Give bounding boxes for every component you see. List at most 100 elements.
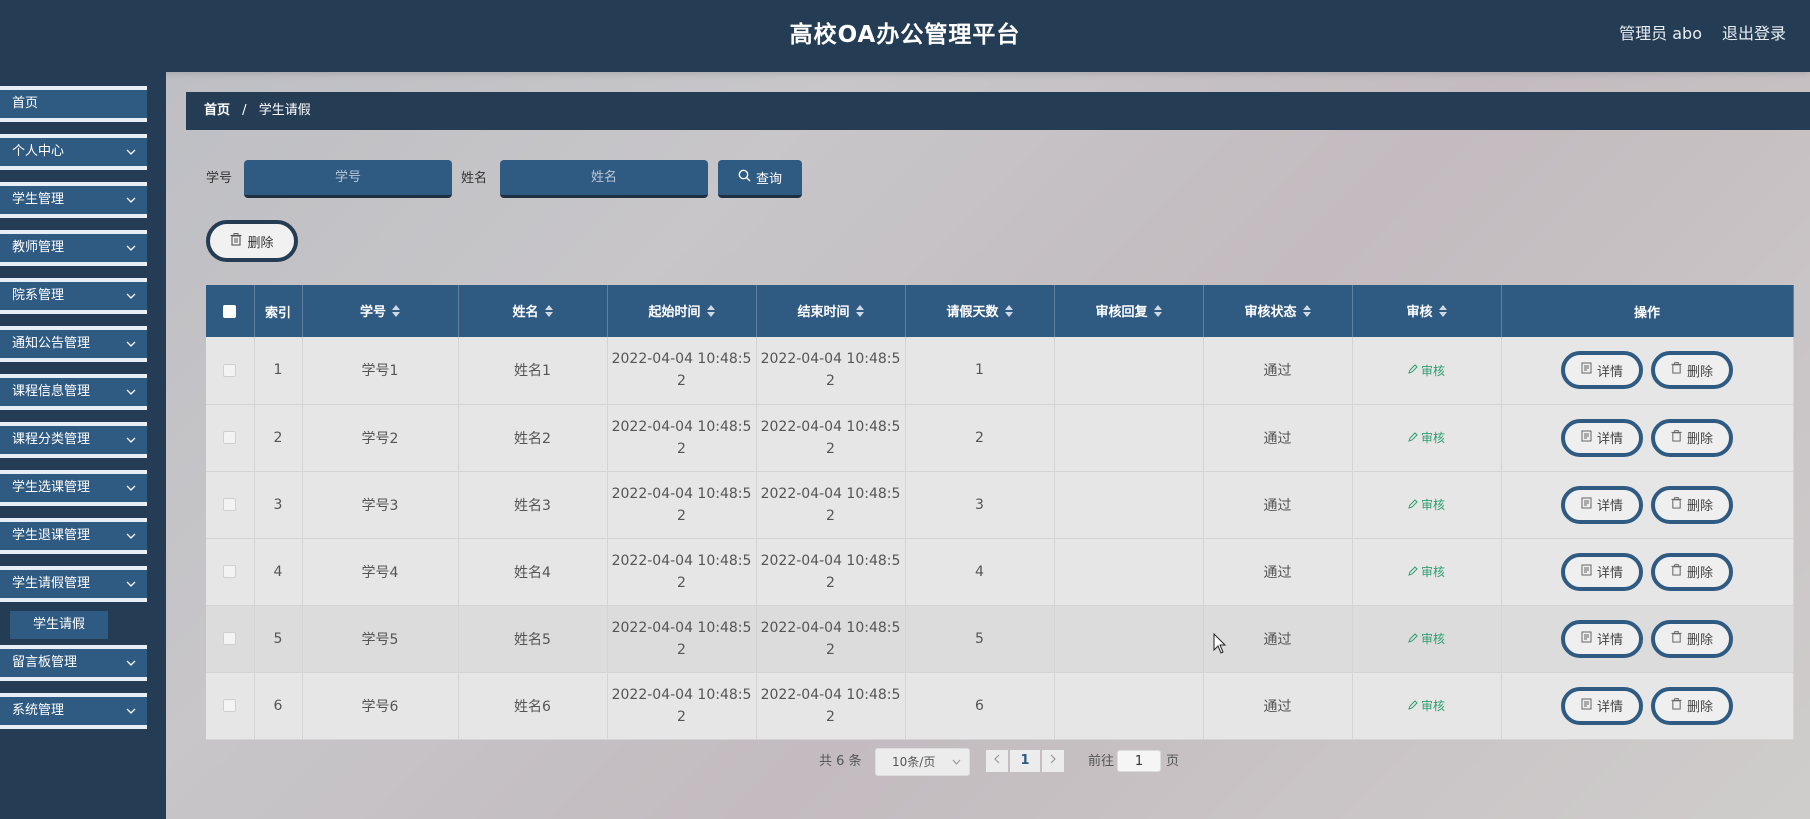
goto-page-input[interactable] (1117, 750, 1161, 772)
cell-status: 通过 (1203, 471, 1353, 539)
end-time-text: 2022-04-04 10:48:52 (760, 686, 901, 725)
row-checkbox[interactable] (223, 565, 237, 578)
detail-button[interactable]: 详情 (1561, 485, 1643, 524)
sidebar-item-label: 留言板管理 (12, 655, 78, 670)
audit-link[interactable]: 审核 (1408, 362, 1445, 379)
sidebar-item-4[interactable]: 院系管理 (0, 278, 147, 314)
detail-button[interactable]: 详情 (1561, 351, 1643, 390)
student-no-label: 学号 (206, 171, 233, 186)
cell-student-no: 学号3 (302, 471, 459, 539)
select-all-checkbox[interactable] (223, 304, 237, 318)
chevron-down-icon (124, 282, 138, 310)
row-select-cell[interactable] (206, 538, 255, 606)
current-page[interactable]: 1 (1010, 750, 1040, 772)
name-label: 姓名 (461, 171, 488, 186)
audit-link-label: 审核 (1420, 699, 1445, 713)
page-size-select[interactable]: 10条/页 (875, 748, 970, 776)
sort-icon[interactable] (706, 304, 715, 321)
cell-end-time: 2022-04-04 10:48:52 (756, 404, 906, 472)
logout-link[interactable]: 退出登录 (1722, 0, 1786, 68)
name-input[interactable] (500, 160, 708, 198)
sidebar-item-10[interactable]: 学生请假管理 (0, 566, 147, 602)
sidebar-item-2[interactable]: 学生管理 (0, 182, 147, 218)
chevron-down-icon (124, 186, 138, 214)
column-header-7[interactable]: 审核状态 (1203, 285, 1353, 337)
query-button[interactable]: 查询 (718, 160, 802, 198)
delete-button[interactable]: 删除 (1651, 619, 1733, 658)
bulk-delete-button[interactable]: 删除 (206, 220, 298, 262)
delete-button[interactable]: 删除 (1651, 418, 1733, 457)
column-header-4[interactable]: 结束时间 (756, 285, 906, 337)
audit-link[interactable]: 审核 (1408, 697, 1445, 714)
sidebar-item-label: 教师管理 (12, 240, 65, 255)
audit-link[interactable]: 审核 (1408, 563, 1445, 580)
row-select-cell[interactable] (206, 404, 255, 472)
chevron-right-icon (1050, 754, 1056, 764)
cell-name: 姓名1 (458, 337, 608, 405)
row-checkbox[interactable] (223, 632, 237, 645)
row-checkbox[interactable] (223, 699, 237, 712)
row-select-cell[interactable] (206, 605, 255, 673)
sidebar-item-12[interactable]: 系统管理 (0, 693, 147, 729)
cell-name: 姓名5 (458, 605, 608, 673)
detail-button[interactable]: 详情 (1561, 686, 1643, 725)
row-select-cell[interactable] (206, 337, 255, 405)
sidebar-item-8[interactable]: 学生选课管理 (0, 470, 147, 506)
edit-icon (1408, 565, 1418, 579)
row-select-cell[interactable] (206, 672, 255, 740)
audit-link[interactable]: 审核 (1408, 630, 1445, 647)
delete-button[interactable]: 删除 (1651, 552, 1733, 591)
delete-button[interactable]: 删除 (1651, 686, 1733, 725)
next-page-button[interactable] (1042, 750, 1064, 772)
sort-icon[interactable] (392, 304, 400, 321)
column-header-8[interactable]: 审核 (1352, 285, 1502, 337)
cell-end-time: 2022-04-04 10:48:52 (756, 538, 906, 606)
sort-icon[interactable] (1004, 304, 1013, 321)
row-checkbox[interactable] (223, 431, 237, 444)
delete-button[interactable]: 删除 (1651, 351, 1733, 390)
sidebar-item-0[interactable]: 首页 (0, 86, 147, 122)
sort-icon[interactable] (1438, 304, 1447, 321)
chevron-down-icon (124, 378, 138, 406)
sort-icon[interactable] (855, 304, 864, 321)
sort-icon[interactable] (1153, 304, 1162, 321)
detail-button[interactable]: 详情 (1561, 552, 1643, 591)
row-select-cell[interactable] (206, 471, 255, 539)
column-header-1[interactable]: 学号 (302, 285, 459, 337)
select-all-header[interactable] (206, 285, 255, 337)
breadcrumb: 首页 / 学生请假 (186, 92, 1810, 130)
sidebar-item-6[interactable]: 课程信息管理 (0, 374, 147, 410)
sidebar-item-7[interactable]: 课程分类管理 (0, 422, 147, 458)
sidebar-item-11[interactable]: 留言板管理 (0, 645, 147, 681)
breadcrumb-home[interactable]: 首页 (204, 103, 230, 118)
column-header-3[interactable]: 起始时间 (607, 285, 757, 337)
prev-page-button[interactable] (986, 750, 1008, 772)
row-checkbox[interactable] (223, 498, 237, 511)
end-time-text: 2022-04-04 10:48:52 (760, 351, 901, 390)
cell-days: 6 (905, 672, 1055, 740)
delete-button[interactable]: 删除 (1651, 485, 1733, 524)
sidebar-subitem-student-leave[interactable]: 学生请假 (10, 611, 108, 639)
cell-reply (1054, 471, 1204, 539)
student-no-input[interactable] (244, 160, 452, 198)
column-header-5[interactable]: 请假天数 (905, 285, 1055, 337)
detail-button[interactable]: 详情 (1561, 619, 1643, 658)
sidebar-item-3[interactable]: 教师管理 (0, 230, 147, 266)
sort-icon[interactable] (544, 304, 553, 321)
column-header-6[interactable]: 审核回复 (1054, 285, 1204, 337)
sidebar-item-9[interactable]: 学生退课管理 (0, 518, 147, 554)
sidebar-item-1[interactable]: 个人中心 (0, 134, 147, 170)
cell-actions: 详情 删除 (1501, 404, 1794, 472)
audit-link[interactable]: 审核 (1408, 496, 1445, 513)
sidebar-item-label: 学生管理 (12, 192, 65, 207)
sidebar-item-5[interactable]: 通知公告管理 (0, 326, 147, 362)
detail-button[interactable]: 详情 (1561, 418, 1643, 457)
audit-link[interactable]: 审核 (1408, 429, 1445, 446)
row-checkbox[interactable] (223, 363, 237, 377)
cell-student-no: 学号4 (302, 538, 459, 606)
cell-days: 3 (905, 471, 1055, 539)
cell-index: 5 (254, 605, 303, 673)
sort-icon[interactable] (1302, 304, 1311, 321)
column-header-9: 操作 (1501, 285, 1794, 337)
column-header-2[interactable]: 姓名 (458, 285, 608, 337)
